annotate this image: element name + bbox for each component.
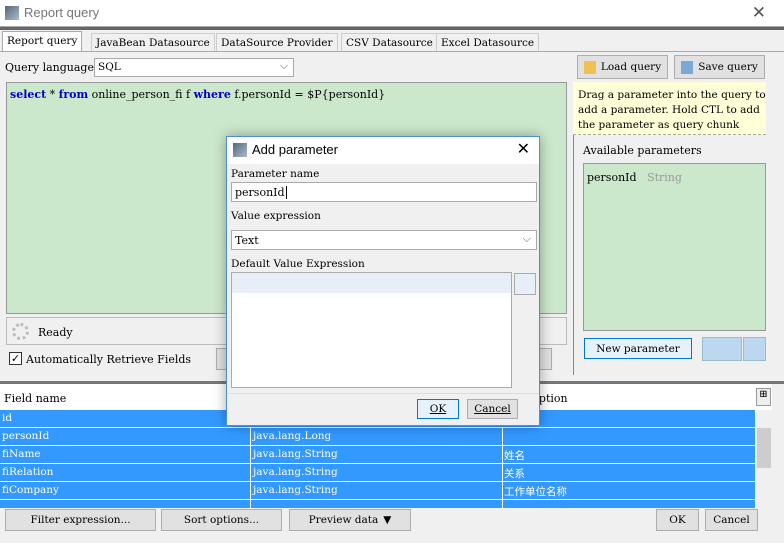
folder-icon [583,60,596,74]
sort-options-button[interactable]: Sort options... [161,509,282,531]
table-row[interactable]: fiRelation java.lang.String 关系 [0,464,755,482]
dialog-cancel-button[interactable]: Cancel [467,399,518,419]
spinner-icon [12,323,29,340]
sql-keyword: select [10,88,47,101]
value-expression-select[interactable]: Text ⌵ [231,230,537,250]
title-bar: Report query ✕ [0,0,784,27]
sort-label: Sort options... [183,514,260,526]
close-icon[interactable]: ✕ [517,139,530,158]
tab-javabean[interactable]: JavaBean Datasource [91,33,215,51]
param-name: personId [587,171,637,184]
query-language-label: Query language [5,61,94,74]
cell: personId [2,430,50,442]
cell: 关系 [504,468,525,480]
table-row[interactable]: fiCompany java.lang.String 工作单位名称 [0,482,755,500]
insert-param-icon[interactable] [702,337,742,361]
tab-datasource-provider[interactable]: DataSource Provider [216,33,338,51]
cell: java.lang.String [253,484,338,496]
hint-text: Drag a parameter into the query to add a… [578,89,766,131]
save-query-button[interactable]: Save query [674,55,765,79]
header-field-name[interactable]: Field name [4,392,66,405]
ok-button[interactable]: OK [656,509,699,531]
available-params-label: Available parameters [583,144,702,157]
sql-text: f.personId = $P{personId} [230,88,386,101]
save-icon [681,60,694,74]
vertical-scrollbar[interactable] [756,410,772,508]
cell: java.lang.Long [253,430,332,442]
ok-label: OK [429,403,447,415]
filter-label: Filter expression... [30,514,131,526]
chevron-down-icon: ⌵ [280,60,288,72]
param-name-label: Parameter name [231,168,320,180]
chevron-down-icon: ⌵ [522,232,531,245]
triangle-down-icon: ▼ [383,514,392,526]
hint-panel: Drag a parameter into the query to add a… [573,82,766,135]
table-row[interactable]: personId java.lang.Long [0,428,755,446]
table-row[interactable] [0,500,755,508]
cell: fiRelation [2,466,54,478]
load-query-button[interactable]: Load query [577,55,668,79]
new-param-label: New parameter [596,342,680,355]
cell: java.lang.String [253,466,338,478]
query-language-value: SQL [98,61,121,73]
tab-excel[interactable]: Excel Datasource [436,33,540,51]
filter-expression-button[interactable]: Filter expression... [5,509,156,531]
default-value-textarea[interactable] [231,272,512,388]
column-chooser-icon[interactable]: ⊞ [756,388,771,406]
param-item[interactable]: personId String [584,164,765,191]
app-icon [5,6,19,20]
tab-report-query[interactable]: Report query [2,31,83,52]
param-name-value: personId [235,186,285,199]
sql-text: * [46,88,59,101]
new-parameter-button[interactable]: New parameter [584,338,692,359]
value-expression-label: Value expression [231,210,321,222]
app-icon [233,143,247,157]
ok-label: OK [669,514,686,526]
value-expression-value: Text [235,234,259,247]
status-text: Ready [38,326,73,339]
cell: id [2,412,13,424]
table-row[interactable]: fiName java.lang.String 姓名 [0,446,755,464]
param-name-input[interactable]: personId [231,182,537,202]
params-list[interactable]: personId String [583,163,766,331]
cell: fiName [2,448,41,460]
dialog-title: Add parameter [252,142,338,157]
dialog-ok-button[interactable]: OK [417,399,459,419]
add-parameter-dialog: Add parameter ✕ Parameter name personId … [226,136,540,426]
cell: 姓名 [504,450,525,462]
query-language-select[interactable]: SQL ⌵ [94,58,294,77]
default-value-label: Default Value Expression [231,258,365,270]
auto-retrieve-label: Automatically Retrieve Fields [26,353,192,366]
sql-keyword: where [193,88,231,101]
insert-chunk-icon[interactable] [743,337,766,361]
sql-text: online_person_fi f [88,88,194,101]
window-title: Report query [24,5,100,20]
cancel-button[interactable]: Cancel [705,509,758,531]
cell: 工作单位名称 [504,486,567,498]
cancel-label: Cancel [713,514,750,526]
preview-label: Preview data [308,514,379,526]
save-label: Save query [698,61,758,73]
cell: java.lang.String [253,448,338,460]
cell: fiCompany [2,484,59,496]
cancel-label: Cancel [474,403,511,415]
load-label: Load query [600,61,662,73]
expression-editor-icon[interactable] [514,273,536,295]
param-type: String [647,171,682,184]
close-icon[interactable]: ✕ [752,3,766,23]
sql-keyword: from [58,88,89,101]
auto-retrieve-checkbox[interactable]: ✓ [9,352,22,365]
preview-data-button[interactable]: Preview data ▼ [289,509,411,531]
tab-csv[interactable]: CSV Datasource [341,33,438,51]
